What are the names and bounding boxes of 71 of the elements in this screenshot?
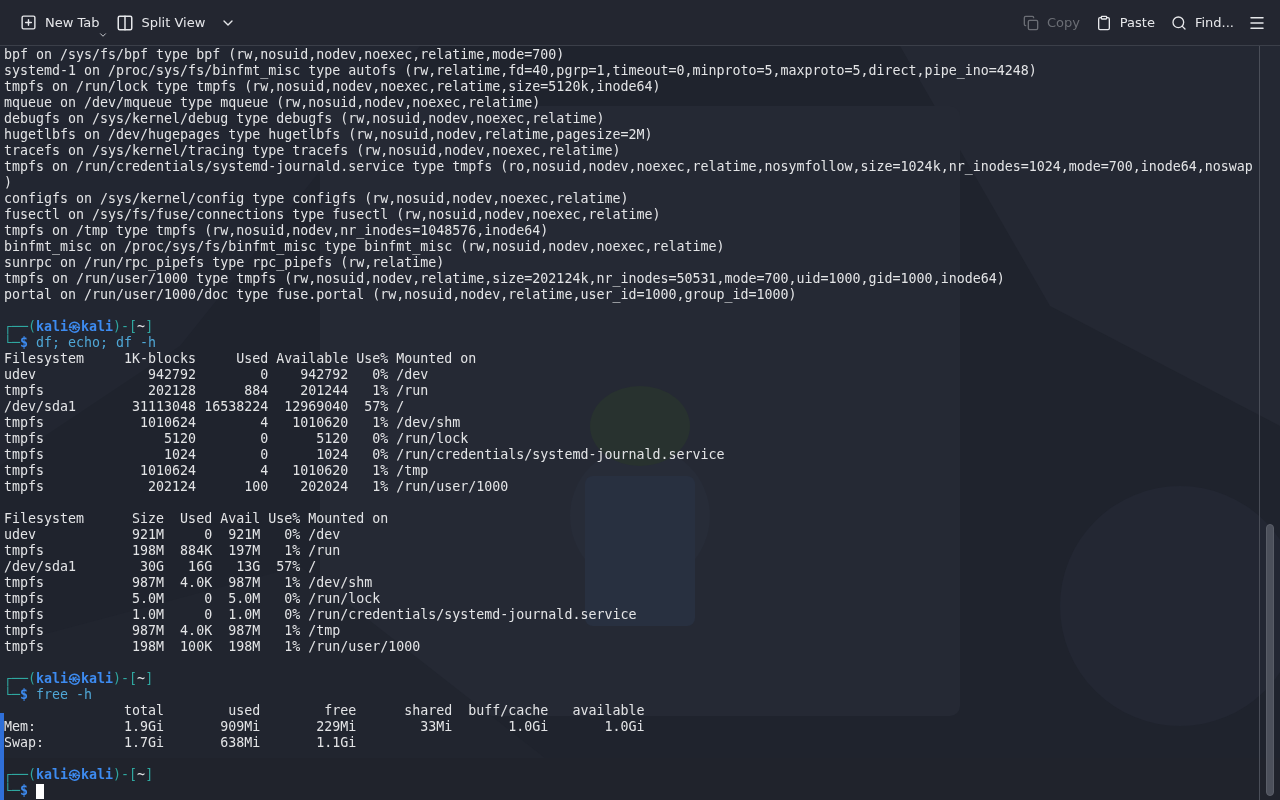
prompt-frame: └─ [4, 687, 20, 703]
prompt-frame: └─ [4, 335, 20, 351]
terminal-output-line: bpf on /sys/fs/bpf type bpf (rw,nosuid,nodev,noexec,relatime,mode=700) [4, 47, 565, 63]
terminal-output-line: tmpfs on /run/user/1000 type tmpfs (rw,nosuid,nodev,relatime,size=202124k,nr_inodes=50531,mode=700,uid=1000,gid=1000,inode64) [4, 271, 1005, 287]
terminal-output-line: tmpfs on /tmp type tmpfs (rw,nosuid,nodev,nr_inodes=1048576,inode64) [4, 223, 549, 239]
copy-icon [1022, 14, 1039, 31]
terminal-output-line: udev 921M 0 921M 0% /dev [4, 527, 341, 543]
terminal-output-line: portal on /run/user/1000/doc type fuse.portal (rw,nosuid,nodev,relatime,user_id=1000,group_id=1000) [4, 287, 797, 303]
terminal-output-line: tmpfs 5.0M 0 5.0M 0% /run/lock [4, 591, 381, 607]
search-icon [1170, 14, 1187, 31]
text-cursor [36, 784, 45, 799]
terminal-output-line: fusectl on /sys/fs/fuse/connections type fusectl (rw,nosuid,nodev,noexec,relatime) [4, 207, 661, 223]
terminal-output-line: mqueue on /dev/mqueue type mqueue (rw,nosuid,nodev,noexec,relatime) [4, 95, 541, 111]
terminal-output-line: tmpfs 1024 0 1024 0% /run/credentials/systemd-journald.service [4, 447, 725, 463]
prompt-user-host: kali㉿kali [36, 767, 114, 783]
prompt-user-host: kali㉿kali [36, 671, 114, 687]
terminal-output-line: tmpfs on /run/credentials/systemd-journald.service type tmpfs (ro,nosuid,nodev,noexec,relatime,nosymfollow,size=1024k,nr_inodes=1024,mode=700,inode64,noswap [4, 159, 1253, 175]
terminal-output-line: tmpfs 198M 884K 197M 1% /run [4, 543, 341, 559]
terminal-output-line: tmpfs 5120 0 5120 0% /run/lock [4, 431, 469, 447]
terminal-output-line: tmpfs 1010624 4 1010620 1% /dev/shm [4, 415, 461, 431]
terminal-output-line: binfmt_misc on /proc/sys/fs/binfmt_misc type binfmt_misc (rw,nosuid,nodev,noexec,relatime) [4, 239, 725, 255]
new-tab-icon [20, 14, 37, 31]
terminal-output-line: tmpfs 987M 4.0K 987M 1% /tmp [4, 623, 341, 639]
prompt-directory: ~ [137, 767, 146, 783]
new-tab-button[interactable]: New Tab [14, 6, 106, 39]
terminal-output-line: sunrpc on /run/rpc_pipefs type rpc_pipefs (rw,relatime) [4, 255, 445, 271]
terminal-output-line: systemd-1 on /proc/sys/fs/binfmt_misc type autofs (rw,relatime,fd=40,pgrp=1,timeout=0,minproto=5,maxproto=5,direct,pipe_ino=4248) [4, 63, 1037, 79]
prompt-frame: )-[ [113, 671, 138, 687]
find-button[interactable]: Find... [1164, 6, 1240, 39]
columns-icon [115, 13, 134, 32]
terminal-output-line: udev 942792 0 942792 0% /dev [4, 367, 429, 383]
terminal-output-line: tmpfs on /run/lock type tmpfs (rw,nosuid,nodev,noexec,relatime,size=5120k,inode64) [4, 79, 661, 95]
prompt-frame: ┌──( [4, 319, 37, 335]
prompt-sign: $ [20, 687, 29, 703]
terminal-output-line: tmpfs 1010624 4 1010620 1% /tmp [4, 463, 429, 479]
terminal-output-line: Filesystem Size Used Avail Use% Mounted on [4, 511, 389, 527]
prompt-frame: )-[ [113, 319, 138, 335]
command-text: df; echo; df -h [35, 335, 157, 351]
prompt-frame: ] [145, 319, 154, 335]
terminal-output-line: tmpfs 987M 4.0K 987M 1% /dev/shm [4, 575, 373, 591]
terminal-output-line: debugfs on /sys/kernel/debug type debugfs (rw,nosuid,nodev,noexec,relatime) [4, 111, 605, 127]
prompt-frame: └─ [4, 783, 20, 799]
prompt-sign: $ [20, 783, 29, 799]
scrollbar-thumb[interactable] [1266, 524, 1274, 796]
terminal-output-line: tmpfs 198M 100K 198M 1% /run/user/1000 [4, 639, 421, 655]
split-view-button[interactable]: Split View [109, 6, 212, 39]
terminal-output-line: tmpfs 202128 884 201244 1% /run [4, 383, 429, 399]
prompt-frame: ] [145, 671, 154, 687]
terminal-output-line: /dev/sda1 31113048 16538224 12969040 57% / [4, 399, 405, 415]
prompt-directory: ~ [137, 319, 146, 335]
prompt-sign: $ [20, 335, 29, 351]
prompt-frame: ┌──( [4, 767, 37, 783]
terminal-output-line: Filesystem 1K-blocks Used Available Use% Mounted on [4, 351, 477, 367]
prompt-user-host: kali㉿kali [36, 319, 114, 335]
terminal-output-line: ) [4, 175, 12, 191]
terminal-output-line: /dev/sda1 30G 16G 13G 57% / [4, 559, 317, 575]
prompt-directory: ~ [137, 671, 146, 687]
terminal-output-line: tmpfs 1.0M 0 1.0M 0% /run/credentials/systemd-journald.service [4, 607, 637, 623]
terminal-output-line: Swap: 1.7Gi 638Mi 1.1Gi [4, 735, 357, 751]
command-text: free -h [35, 687, 93, 703]
terminal-output-line: hugetlbfs on /dev/hugepages type hugetlbfs (rw,nosuid,nodev,relatime,pagesize=2M) [4, 127, 653, 143]
prompt-frame: ┌──( [4, 671, 37, 687]
prompt-frame: ] [145, 767, 154, 783]
terminal-output-line: tracefs on /sys/kernel/tracing type tracefs (rw,nosuid,nodev,noexec,relatime) [4, 143, 621, 159]
prompt-frame: )-[ [113, 767, 138, 783]
clipboard-icon [1095, 14, 1112, 31]
terminal-output-line: tmpfs 202124 100 202024 1% /run/user/1000 [4, 479, 509, 495]
paste-button[interactable]: Paste [1089, 6, 1161, 39]
terminal-output-line: Mem: 1.9Gi 909Mi 229Mi 33Mi 1.0Gi 1.0Gi [4, 719, 645, 735]
terminal-output-line: configfs on /sys/kernel/config type configfs (rw,nosuid,nodev,noexec,relatime) [4, 191, 629, 207]
terminal-output-line: total used free shared buff/cache available [123, 703, 645, 719]
